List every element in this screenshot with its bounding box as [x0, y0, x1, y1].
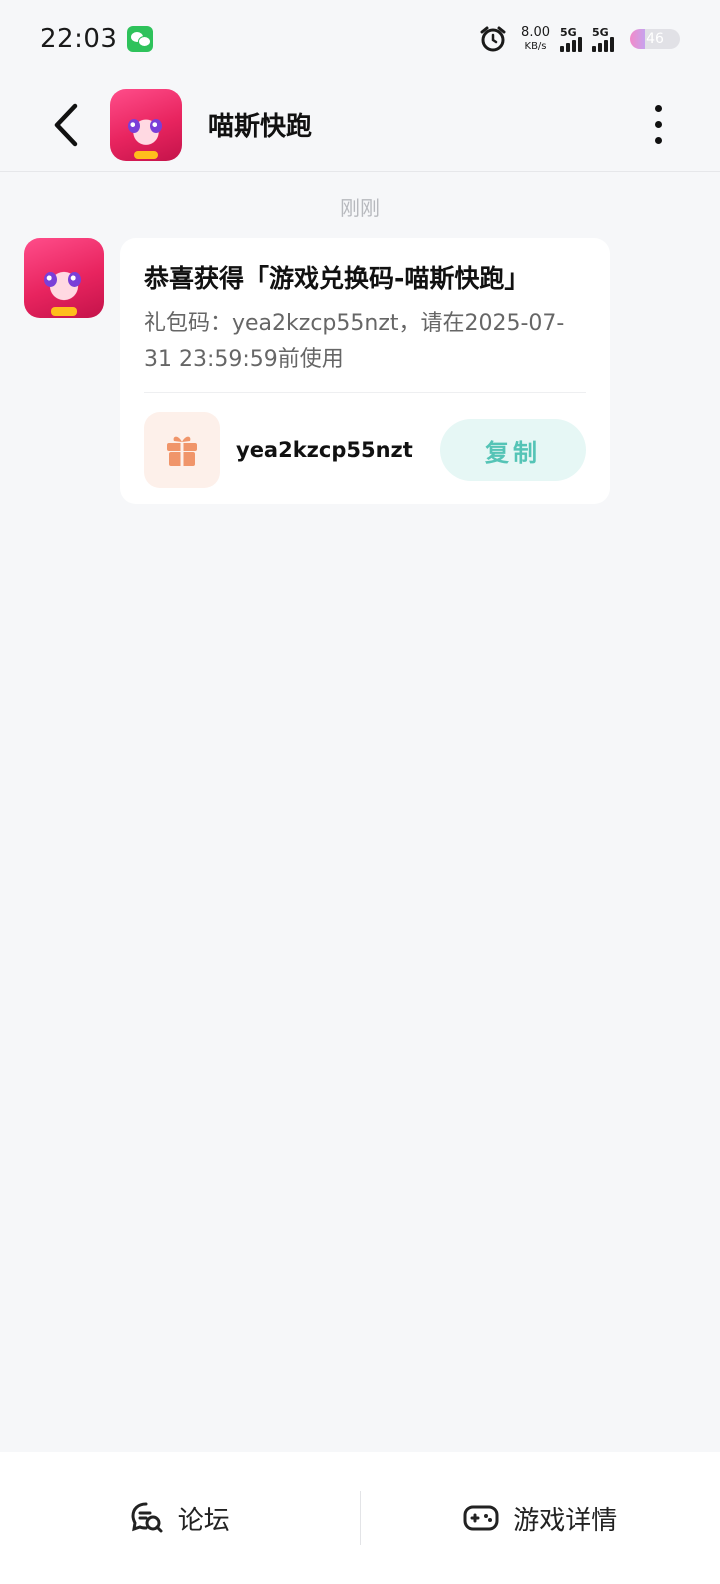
gift-icon-box: [144, 412, 220, 488]
network-speed: 8.00 KB/s: [521, 26, 550, 52]
gamepad-icon: [463, 1505, 499, 1531]
network-speed-unit: KB/s: [524, 41, 547, 52]
signal-1-label: 5G: [560, 26, 577, 39]
message-timestamp: 刚刚: [340, 196, 380, 220]
chevron-left-icon: [54, 103, 78, 146]
gift-icon: [167, 436, 197, 466]
forum-button[interactable]: 论坛: [0, 1452, 360, 1584]
alarm-icon: [480, 26, 506, 52]
sender-avatar[interactable]: [24, 238, 104, 318]
wechat-icon: [127, 26, 154, 52]
status-time: 22:03: [40, 24, 118, 54]
more-options-button[interactable]: [638, 95, 678, 155]
app-avatar[interactable]: [110, 88, 182, 161]
signal-2-label: 5G: [592, 26, 609, 39]
copy-button[interactable]: 复制: [440, 419, 586, 481]
signal-icon-2: 5G: [592, 26, 614, 52]
network-speed-value: 8.00: [521, 25, 550, 40]
title-bar: 喵斯快跑: [0, 78, 720, 172]
message-body: 礼包码：yea2kzcp55nzt，请在2025-07-31 23:59:59前…: [144, 311, 565, 372]
gift-code-text: yea2kzcp55nzt: [236, 438, 413, 462]
message-title: 恭喜获得「游戏兑换码-喵斯快跑」: [144, 264, 530, 293]
battery-level: 46: [646, 31, 664, 47]
status-indicators: 8.00 KB/s 5G 5G 46: [479, 25, 680, 53]
game-detail-label: 游戏详情: [513, 1505, 618, 1536]
battery-icon: 46: [630, 29, 680, 49]
forum-chat-icon: [131, 1502, 163, 1533]
forum-label: 论坛: [177, 1505, 230, 1536]
more-dots-icon: [654, 105, 662, 112]
gift-code-row: yea2kzcp55nzt 复制: [144, 393, 586, 507]
signal-icon-1: 5G: [560, 26, 582, 52]
page-title: 喵斯快跑: [208, 112, 313, 142]
bottom-bar: 论坛 游戏详情: [0, 1452, 720, 1584]
game-detail-button[interactable]: 游戏详情: [361, 1452, 720, 1584]
back-button[interactable]: [36, 95, 96, 155]
status-bar: 22:03 8.00 KB/s 5G 5G 46: [0, 0, 720, 78]
gift-code-message-card: 恭喜获得「游戏兑换码-喵斯快跑」 礼包码：yea2kzcp55nzt，请在202…: [120, 238, 610, 504]
